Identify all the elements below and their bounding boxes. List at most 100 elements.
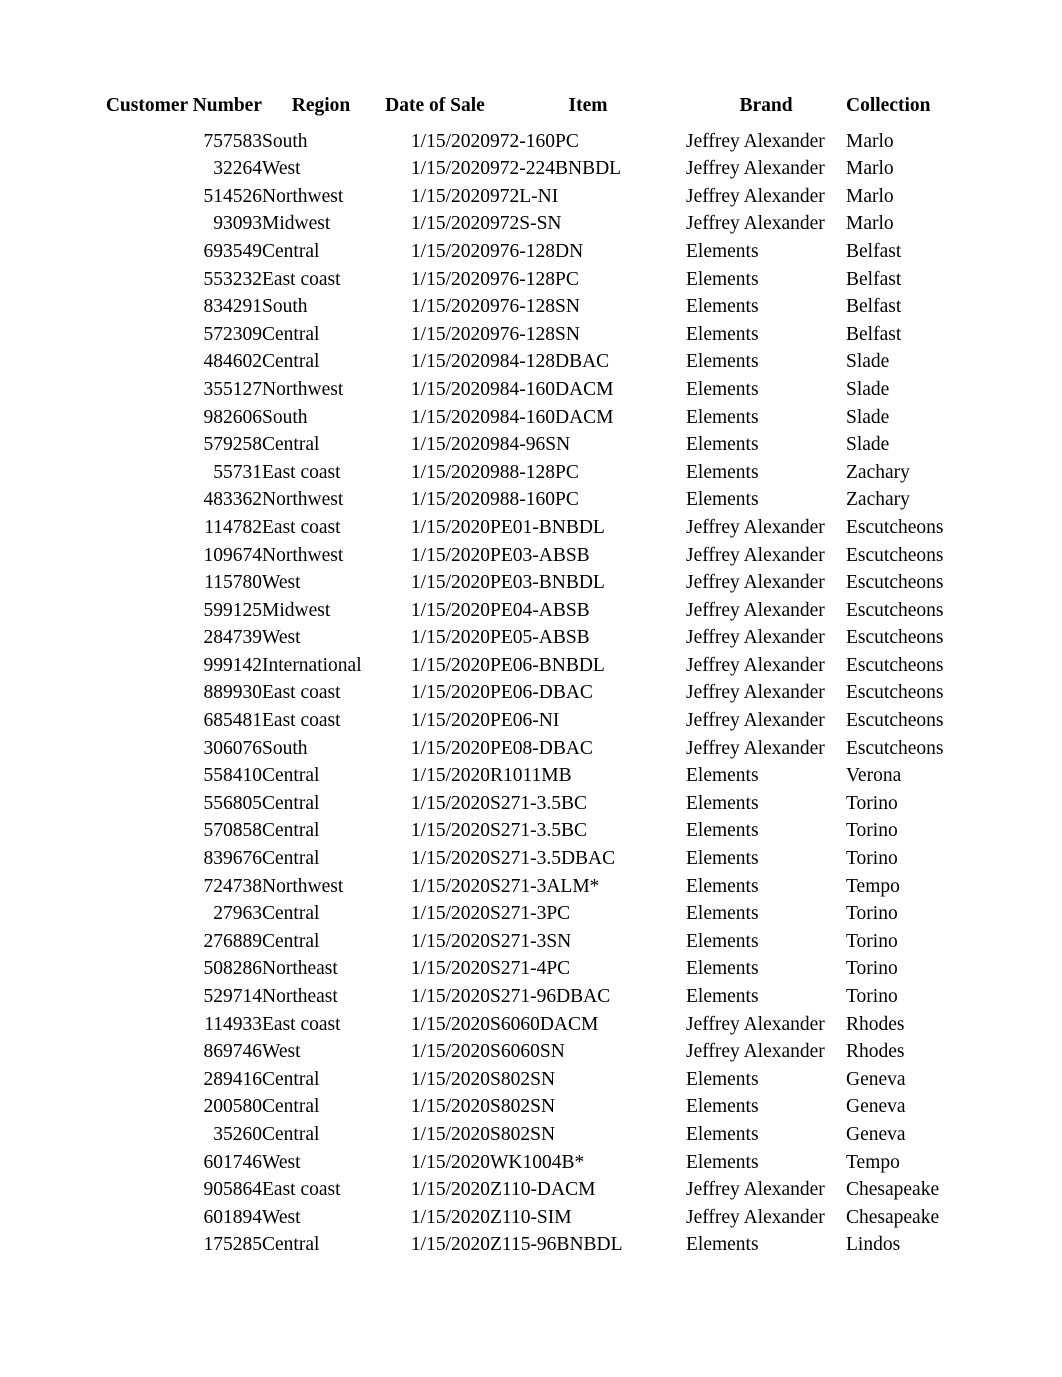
cell-region: East coast — [262, 1179, 341, 1201]
cell-collection: Belfast — [846, 323, 902, 345]
cell-item: 976-128PC — [490, 268, 579, 290]
cell-brand: Elements — [686, 848, 759, 870]
cell-region: East coast — [262, 268, 341, 290]
cell-collection: Torino — [846, 792, 898, 814]
cell-item: Z110-SIM — [490, 1206, 572, 1228]
cell-customer-number: 905864 — [203, 1179, 263, 1201]
table-row: 27963 Central 1/15/2020 S271-3PC Elements Tor… — [90, 900, 996, 928]
cell-customer-number: 514526 — [203, 185, 263, 207]
cell-item: PE03-BNBDL — [490, 572, 605, 594]
cell-collection: Escutcheons — [846, 516, 944, 538]
cell-region: West — [262, 1041, 301, 1063]
cell-customer-number: 834291 — [203, 296, 263, 318]
table-row: 483362 Northwest 1/15/2020 988-160PC Element… — [90, 486, 996, 514]
cell-collection: Slade — [846, 378, 890, 400]
cell-brand: Elements — [686, 903, 759, 925]
cell-region: South — [262, 130, 308, 152]
cell-collection: Torino — [846, 930, 898, 952]
table-header: Customer Number Region Date of Sale Item… — [90, 92, 996, 128]
cell-brand: Jeffrey Alexander — [686, 627, 825, 649]
cell-item: S6060DACM — [490, 1013, 599, 1035]
header-row: Customer Number Region Date of Sale Item… — [90, 92, 996, 128]
table-row: 693549 Central 1/15/2020 976-128DN Elements B… — [90, 238, 996, 266]
cell-customer-number: 93093 — [213, 213, 262, 235]
cell-brand: Elements — [686, 1151, 759, 1173]
column-header-region: Region — [291, 95, 351, 116]
table-row: 599125 Midwest 1/15/2020 PE04-ABSB Jeffrey A… — [90, 597, 996, 625]
cell-region: Central — [262, 434, 320, 456]
cell-brand: Elements — [686, 958, 759, 980]
cell-customer-number: 889930 — [203, 682, 263, 704]
cell-region: West — [262, 158, 301, 180]
cell-brand: Elements — [686, 986, 759, 1007]
cell-date-of-sale: 1/15/2020 — [410, 820, 490, 842]
table-row: 839676 Central 1/15/2020 S271-3.5DBAC Elemen… — [90, 845, 996, 873]
cell-customer-number: 553232 — [203, 268, 263, 290]
cell-brand: Elements — [686, 792, 759, 814]
cell-region: West — [262, 1206, 301, 1228]
cell-date-of-sale: 1/15/2020 — [410, 1179, 490, 1201]
cell-item: S271-3.5BC — [490, 792, 587, 814]
cell-region: Central — [262, 765, 320, 787]
cell-date-of-sale: 1/15/2020 — [410, 903, 490, 925]
table-row: 508286 Northeast 1/15/2020 S271-4PC Elements… — [90, 955, 996, 983]
cell-brand: Jeffrey Alexander — [686, 130, 825, 152]
cell-customer-number: 999142 — [203, 654, 263, 676]
cell-region: Northwest — [262, 489, 344, 511]
cell-collection: Belfast — [846, 268, 902, 290]
cell-collection: Slade — [846, 434, 890, 456]
cell-item: 972-224BNBDL — [490, 158, 622, 180]
cell-collection: Escutcheons — [846, 627, 944, 649]
cell-region: West — [262, 627, 301, 649]
cell-collection: Rhodes — [846, 1013, 905, 1035]
cell-customer-number: 558410 — [203, 765, 263, 787]
cell-region: East coast — [262, 710, 341, 732]
cell-customer-number: 556805 — [203, 792, 263, 814]
cell-date-of-sale: 1/15/2020 — [410, 875, 490, 897]
cell-customer-number: 27963 — [213, 903, 262, 925]
cell-region: Central — [262, 323, 320, 345]
cell-customer-number: 109674 — [203, 544, 263, 566]
cell-region: Midwest — [262, 599, 331, 621]
table-row: 289416 Central 1/15/2020 S802SN Elements Gene… — [90, 1066, 996, 1094]
cell-collection: Lindos — [846, 1234, 901, 1256]
cell-brand: Elements — [686, 765, 759, 787]
cell-collection: Escutcheons — [846, 710, 944, 732]
table-row: 999142 International 1/15/2020 PE06-BNBDL Je… — [90, 652, 996, 680]
cell-brand: Elements — [686, 1096, 759, 1118]
column-header-item: Item — [568, 95, 608, 116]
table-row: 514526 Northwest 1/15/2020 972L-NI Jeffrey A… — [90, 183, 996, 211]
cell-collection: Marlo — [846, 158, 894, 180]
cell-brand: Jeffrey Alexander — [686, 710, 825, 732]
cell-collection: Geneva — [846, 1096, 906, 1118]
cell-customer-number: 484602 — [203, 351, 263, 373]
table-row: 572309 Central 1/15/2020 976-128SN Elements B… — [90, 321, 996, 349]
table-row: 724738 Northwest 1/15/2020 S271-3ALM* Elemen… — [90, 873, 996, 901]
cell-region: Northeast — [262, 986, 338, 1007]
cell-region: Midwest — [262, 213, 331, 235]
cell-date-of-sale: 1/15/2020 — [410, 627, 490, 649]
cell-region: Central — [262, 930, 320, 952]
cell-date-of-sale: 1/15/2020 — [410, 213, 490, 235]
table-row: 55731 East coast 1/15/2020 988-128PC Element… — [90, 459, 996, 487]
table-row: 834291 South 1/15/2020 976-128SN Elements Bel… — [90, 293, 996, 321]
cell-item: 972S-SN — [490, 213, 562, 235]
cell-customer-number: 114933 — [204, 1013, 262, 1035]
table-row: 905864 East coast 1/15/2020 Z110-DACM Jeffre… — [90, 1176, 996, 1204]
table-row: 982606 South 1/15/2020 984-160DACM Elements S… — [90, 404, 996, 432]
cell-date-of-sale: 1/15/2020 — [410, 765, 490, 787]
cell-region: Northwest — [262, 875, 344, 897]
cell-brand: Jeffrey Alexander — [686, 572, 825, 594]
cell-date-of-sale: 1/15/2020 — [410, 351, 490, 373]
cell-customer-number: 601746 — [203, 1151, 263, 1173]
cell-region: Central — [262, 820, 320, 842]
cell-region: South — [262, 406, 308, 428]
cell-customer-number: 724738 — [203, 875, 263, 897]
cell-item: 984-128DBAC — [490, 351, 610, 373]
cell-customer-number: 599125 — [203, 599, 263, 621]
cell-collection: Belfast — [846, 296, 902, 318]
cell-region: East coast — [262, 461, 341, 483]
cell-date-of-sale: 1/15/2020 — [410, 516, 490, 538]
cell-date-of-sale: 1/15/2020 — [410, 1234, 490, 1256]
cell-region: East coast — [262, 682, 341, 704]
